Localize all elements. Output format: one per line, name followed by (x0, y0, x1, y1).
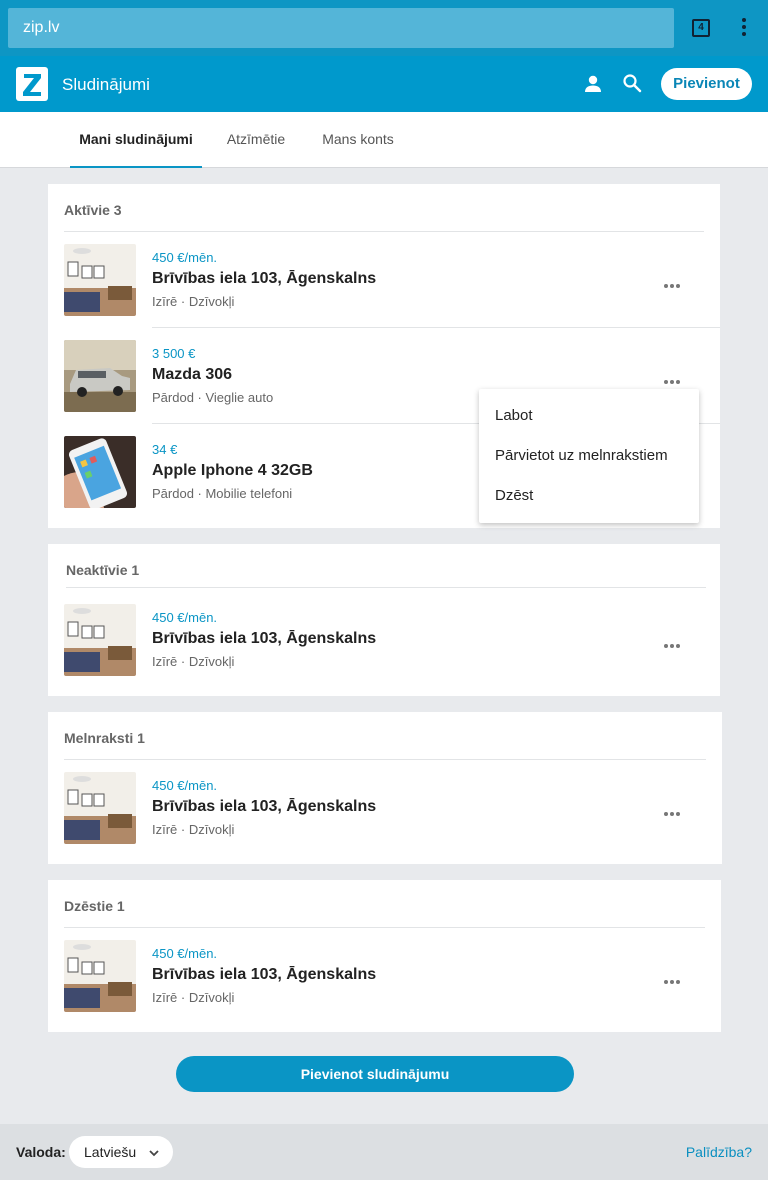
more-options-icon[interactable] (664, 971, 704, 984)
help-link[interactable]: Palīdzība? (686, 1144, 752, 1160)
language-select[interactable]: Latviešu (69, 1136, 173, 1168)
address-text: zip.lv (23, 19, 60, 36)
item-price: 34 € (152, 442, 178, 457)
more-options-icon[interactable] (664, 803, 704, 816)
zip-logo[interactable] (16, 67, 48, 101)
section-heading: Melnraksti 1 (64, 730, 145, 746)
section-inactive: Neaktīvie 1 450 €/mēn. Brīvības iela 103… (48, 544, 720, 696)
item-category: Izīrē · Dzīvokļi (152, 654, 235, 669)
app-header: Sludinājumi Pievienot (0, 56, 768, 112)
apartment-thumbnail (64, 244, 136, 316)
section-heading: Neaktīvie 1 (66, 562, 140, 578)
item-price: 450 €/mēn. (152, 610, 218, 625)
item-category: Izīrē · Dzīvokļi (152, 990, 235, 1005)
divider (66, 587, 706, 588)
more-options-icon[interactable] (664, 635, 704, 648)
apartment-thumbnail (64, 940, 136, 1012)
browser-toolbar: zip.lv 4 (0, 0, 768, 56)
phone-thumbnail (64, 436, 136, 508)
item-title[interactable]: Brīvības iela 103, Āgenskalns (152, 630, 376, 648)
browser-menu-icon[interactable] (736, 18, 752, 38)
tab-switcher-button[interactable]: 4 (692, 19, 710, 37)
item-title[interactable]: Apple Iphone 4 32GB (152, 462, 313, 480)
language-value: Latviešu (84, 1144, 137, 1160)
context-menu: Labot Pārvietot uz melnrakstiem Dzēst (479, 389, 699, 523)
more-options-icon[interactable] (664, 275, 704, 288)
user-icon[interactable] (583, 74, 603, 94)
language-label: Valoda: (16, 1144, 66, 1160)
section-heading: Aktīvie 3 (64, 202, 122, 218)
address-bar[interactable]: zip.lv (8, 8, 674, 48)
section-heading: Dzēstie 1 (64, 898, 125, 914)
add-ad-button[interactable]: Pievienot sludinājumu (176, 1056, 574, 1092)
add-button[interactable]: Pievienot (661, 68, 752, 100)
item-title[interactable]: Brīvības iela 103, Āgenskalns (152, 270, 376, 288)
item-title[interactable]: Brīvības iela 103, Āgenskalns (152, 966, 376, 984)
item-title[interactable]: Brīvības iela 103, Āgenskalns (152, 798, 376, 816)
apartment-thumbnail (64, 604, 136, 676)
item-price: 450 €/mēn. (152, 778, 218, 793)
footer: Valoda: Latviešu Palīdzība? (0, 1124, 768, 1180)
item-title[interactable]: Mazda 306 (152, 366, 232, 384)
list-item[interactable]: 450 €/mēn. Brīvības iela 103, Āgenskalns… (64, 592, 704, 688)
item-price: 450 €/mēn. (152, 250, 218, 265)
search-icon[interactable] (622, 73, 642, 93)
item-category: Izīrē · Dzīvokļi (152, 294, 235, 309)
item-price: 450 €/mēn. (152, 946, 218, 961)
item-category: Pārdod · Vieglie auto (152, 390, 274, 405)
menu-item-move-to-drafts[interactable]: Pārvietot uz melnrakstiem (495, 447, 668, 464)
section-deleted: Dzēstie 1 450 €/mēn. Brīvības iela 103, … (48, 880, 721, 1032)
menu-item-edit[interactable]: Labot (495, 407, 533, 424)
car-thumbnail (64, 340, 136, 412)
menu-item-delete[interactable]: Dzēst (495, 487, 533, 504)
item-price: 3 500 € (152, 346, 196, 361)
apartment-thumbnail (64, 772, 136, 844)
section-drafts: Melnraksti 1 450 €/mēn. Brīvības iela 10… (48, 712, 722, 864)
tab-bar: Mani sludinājumi Atzīmētie Mans konts (0, 112, 768, 168)
tab-favorites[interactable]: Atzīmētie (214, 112, 298, 168)
chevron-down-icon (149, 1150, 159, 1157)
tab-my-ads[interactable]: Mani sludinājumi (70, 112, 202, 168)
list-item[interactable]: 450 €/mēn. Brīvības iela 103, Āgenskalns… (64, 760, 704, 856)
list-item[interactable]: 450 €/mēn. Brīvības iela 103, Āgenskalns… (64, 232, 720, 328)
item-category: Izīrē · Dzīvokļi (152, 822, 235, 837)
list-item[interactable]: 450 €/mēn. Brīvības iela 103, Āgenskalns… (64, 928, 704, 1024)
more-options-icon[interactable] (664, 371, 704, 384)
item-category: Pārdod · Mobilie telefoni (152, 486, 293, 501)
app-title: Sludinājumi (62, 75, 150, 94)
tab-my-account[interactable]: Mans konts (312, 112, 404, 168)
